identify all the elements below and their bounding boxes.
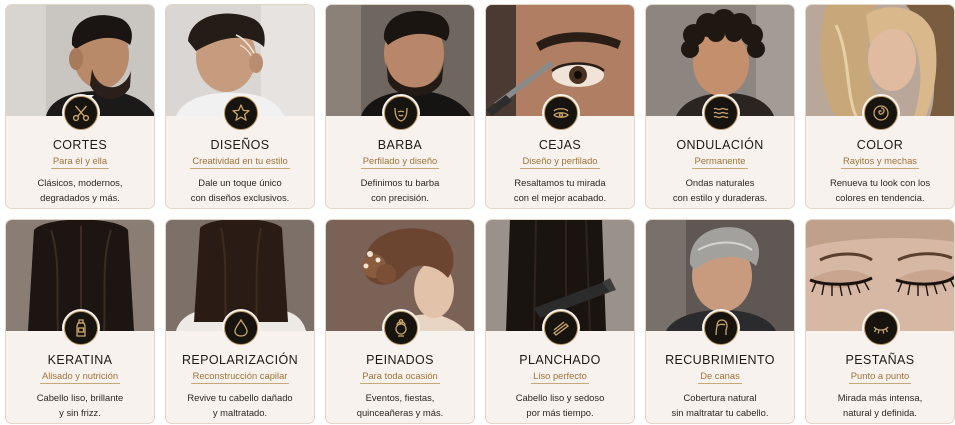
service-subtitle: Liso perfecto <box>531 370 589 384</box>
service-subtitle: De canas <box>698 370 742 384</box>
service-card-ondulacion[interactable]: ONDULACIÓN Permanente Ondas naturales co… <box>645 4 795 209</box>
service-title: CORTES <box>52 138 108 152</box>
description-line: quinceañeras y más. <box>356 407 444 418</box>
description-line: con precisión. <box>371 192 429 203</box>
service-description: Cobertura natural sin maltratar tu cabel… <box>652 390 788 420</box>
service-title: COLOR <box>856 138 904 152</box>
description-line: y maltratado. <box>212 407 268 418</box>
service-title: PESTAÑAS <box>845 353 915 367</box>
service-subtitle: Punto a punto <box>848 370 912 384</box>
description-line: sin maltratar tu cabello. <box>671 407 769 418</box>
star-icon <box>224 96 258 130</box>
service-description: Dale un toque único con diseños exclusiv… <box>172 175 308 205</box>
service-description: Cabello liso, brillante y sin frizz. <box>12 390 148 420</box>
description-line: Clásicos, modernos, <box>37 177 123 188</box>
service-title: BARBA <box>377 138 423 152</box>
service-title: KERATINA <box>47 353 113 367</box>
description-line: y sin frizz. <box>59 407 101 418</box>
description-line: Renueva tu look con los <box>829 177 931 188</box>
service-card-disenos[interactable]: DISEÑOS Creatividad en tu estilo Dale un… <box>165 4 315 209</box>
description-line: Ondas naturales <box>685 177 755 188</box>
bottle-icon <box>64 311 98 345</box>
service-subtitle: Para toda ocasión <box>360 370 440 384</box>
updo-icon <box>384 311 418 345</box>
service-title: CEJAS <box>538 138 582 152</box>
beard-icon <box>384 96 418 130</box>
service-card-barba[interactable]: BARBA Perfilado y diseño Definimos tu ba… <box>325 4 475 209</box>
service-card-pestanas[interactable]: PESTAÑAS Punto a punto Mirada más intens… <box>805 219 955 424</box>
service-title: RECUBRIMIENTO <box>665 353 775 367</box>
description-line: por más tiempo. <box>526 407 594 418</box>
service-title: ONDULACIÓN <box>676 138 764 152</box>
head-icon <box>704 311 738 345</box>
service-title: DISEÑOS <box>210 138 270 152</box>
service-description: Definimos tu barba con precisión. <box>332 175 468 205</box>
description-line: con diseños exclusivos. <box>190 192 290 203</box>
service-title: PEINADOS <box>366 353 434 367</box>
eyebrow-icon <box>544 96 578 130</box>
color-swirl-icon <box>864 96 898 130</box>
service-description: Revive tu cabello dañado y maltratado. <box>172 390 308 420</box>
service-card-color[interactable]: COLOR Rayitos y mechas Renueva tu look c… <box>805 4 955 209</box>
services-grid: CORTES Para él y ella Clásicos, modernos… <box>0 0 955 425</box>
description-line: Dale un toque único <box>198 177 282 188</box>
service-subtitle: Perfilado y diseño <box>360 155 440 169</box>
service-subtitle: Reconstrucción capilar <box>190 370 290 384</box>
scissors-icon <box>64 96 98 130</box>
description-line: natural y definida. <box>842 407 917 418</box>
description-line: Cobertura natural <box>683 392 757 403</box>
service-title: REPOLARIZACIÓN <box>181 353 299 367</box>
service-subtitle: Permanente <box>692 155 748 169</box>
service-description: Renueva tu look con los colores en tende… <box>812 175 948 205</box>
description-line: con el mejor acabado. <box>513 192 607 203</box>
drop-icon <box>224 311 258 345</box>
description-line: Cabello liso, brillante <box>36 392 124 403</box>
service-subtitle: Creatividad en tu estilo <box>190 155 290 169</box>
description-line: Cabello liso y sedoso <box>515 392 605 403</box>
service-description: Resaltamos tu mirada con el mejor acabad… <box>492 175 628 205</box>
service-card-peinados[interactable]: PEINADOS Para toda ocasión Eventos, fies… <box>325 219 475 424</box>
service-subtitle: Diseño y perfilado <box>520 155 600 169</box>
service-card-keratina[interactable]: KERATINA Alisado y nutrición Cabello lis… <box>5 219 155 424</box>
service-description: Mirada más intensa, natural y definida. <box>812 390 948 420</box>
service-card-cejas[interactable]: CEJAS Diseño y perfilado Resaltamos tu m… <box>485 4 635 209</box>
service-title: PLANCHADO <box>519 353 601 367</box>
description-line: Definimos tu barba <box>360 177 440 188</box>
service-description: Clásicos, modernos, degradados y más. <box>12 175 148 205</box>
service-subtitle: Alisado y nutrición <box>39 370 121 384</box>
waves-icon <box>704 96 738 130</box>
service-card-planchado[interactable]: PLANCHADO Liso perfecto Cabello liso y s… <box>485 219 635 424</box>
service-description: Cabello liso y sedoso por más tiempo. <box>492 390 628 420</box>
description-line: Eventos, fiestas, <box>365 392 435 403</box>
service-card-recubrimiento[interactable]: RECUBRIMIENTO De canas Cobertura natural… <box>645 219 795 424</box>
eyelash-icon <box>864 311 898 345</box>
service-subtitle: Rayitos y mechas <box>841 155 919 169</box>
service-description: Eventos, fiestas, quinceañeras y más. <box>332 390 468 420</box>
service-description: Ondas naturales con estilo y duraderas. <box>652 175 788 205</box>
flat-iron-icon <box>544 311 578 345</box>
description-line: Mirada más intensa, <box>837 392 923 403</box>
description-line: degradados y más. <box>40 192 120 203</box>
service-card-cortes[interactable]: CORTES Para él y ella Clásicos, modernos… <box>5 4 155 209</box>
service-subtitle: Para él y ella <box>50 155 110 169</box>
service-card-repolarizacion[interactable]: REPOLARIZACIÓN Reconstrucción capilar Re… <box>165 219 315 424</box>
description-line: con estilo y duraderas. <box>672 192 768 203</box>
description-line: colores en tendencia. <box>835 192 925 203</box>
description-line: Revive tu cabello dañado <box>187 392 293 403</box>
description-line: Resaltamos tu mirada <box>514 177 606 188</box>
